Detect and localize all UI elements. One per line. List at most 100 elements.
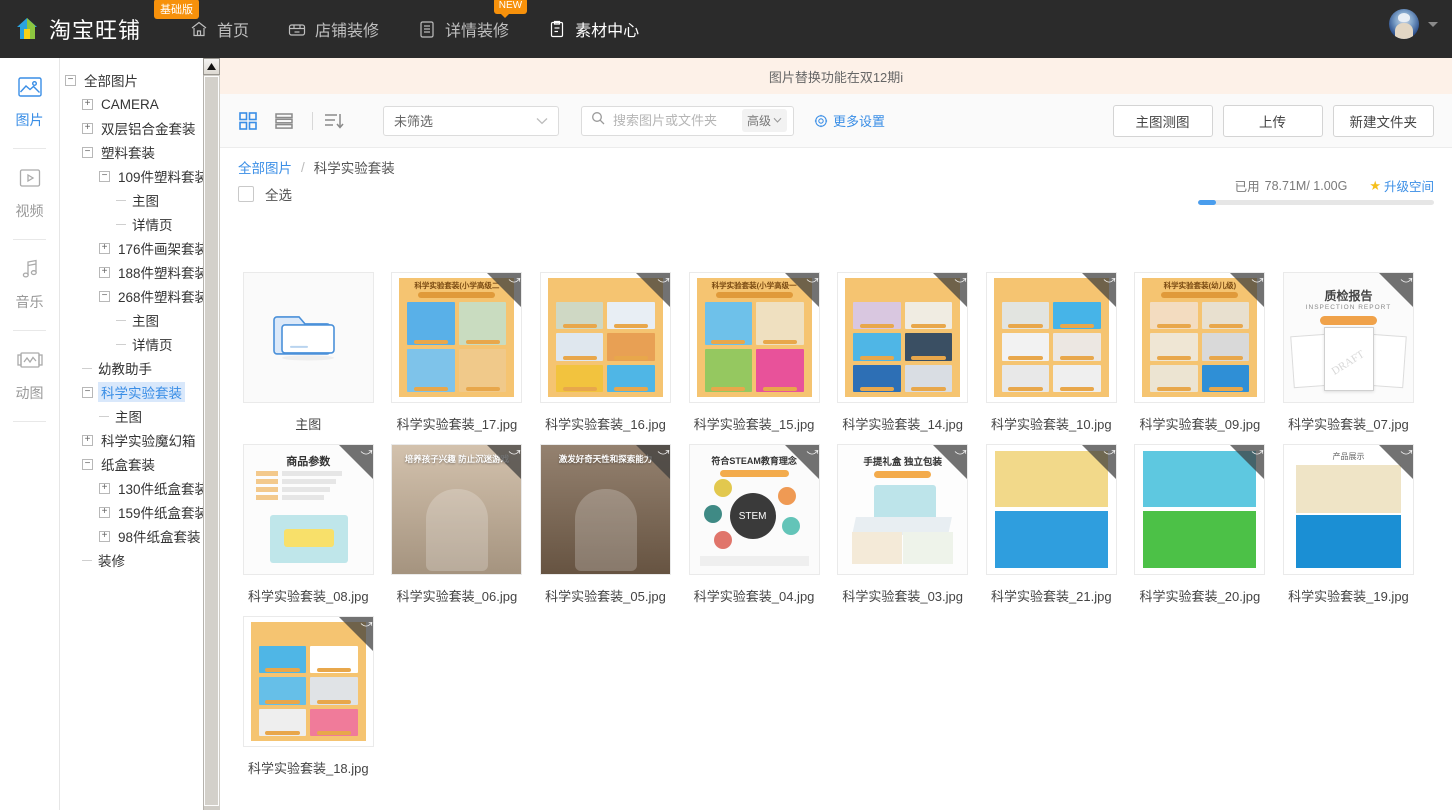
tree-node[interactable]: −268件塑料套装: [65, 284, 220, 308]
expand-plus-icon[interactable]: +: [99, 507, 110, 518]
tree-node[interactable]: −塑料套装: [65, 140, 220, 164]
list-view-icon[interactable]: [274, 111, 294, 131]
thumbnail[interactable]: 科学实验套装(幼儿级)⤴: [1134, 272, 1265, 403]
select-all-checkbox[interactable]: [238, 186, 254, 202]
tree-node[interactable]: 主图: [65, 308, 220, 332]
grid-image-item[interactable]: 科学实验套装(小学高级二⤴科学实验套装_17.jpg: [383, 272, 532, 433]
nav-item-detail-decoration[interactable]: 详情装修 NEW: [415, 13, 511, 45]
avatar[interactable]: [1389, 9, 1419, 39]
advanced-search-toggle[interactable]: 高级: [742, 109, 787, 132]
poster-cell-caption: [911, 356, 945, 360]
thumbnail[interactable]: 科学实验套装(小学高级二⤴: [391, 272, 522, 403]
tree-node[interactable]: +双层铝合金套装: [65, 116, 220, 140]
thumbnail[interactable]: 符合STEAM教育理念STEM⤴: [689, 444, 820, 575]
expand-plus-icon[interactable]: +: [82, 435, 93, 446]
tree-node[interactable]: +CAMERA: [65, 92, 220, 116]
grid-view-icon[interactable]: [238, 111, 258, 131]
tree-node[interactable]: 主图: [65, 404, 220, 428]
grid-folder-item[interactable]: 主图: [234, 272, 383, 433]
expand-plus-icon[interactable]: +: [99, 483, 110, 494]
tree-node[interactable]: 幼教助手: [65, 356, 220, 380]
grid-image-item[interactable]: ⤴科学实验套装_16.jpg: [531, 272, 680, 433]
expand-plus-icon[interactable]: +: [99, 267, 110, 278]
grid-image-item[interactable]: ⤴科学实验套装_10.jpg: [977, 272, 1126, 433]
thumbnail[interactable]: ⤴: [986, 444, 1117, 575]
thumbnail[interactable]: 激发好奇天性和探索能力⤴: [540, 444, 671, 575]
nav-item-material-center[interactable]: 素材中心: [545, 13, 641, 45]
collapse-minus-icon[interactable]: −: [99, 291, 110, 302]
tree-node[interactable]: −全部图片: [65, 68, 220, 92]
collapse-minus-icon[interactable]: −: [82, 387, 93, 398]
thumbnail[interactable]: 科学实验套装(小学高级一⤴: [689, 272, 820, 403]
chevron-down-icon[interactable]: [1428, 22, 1438, 27]
tree-node[interactable]: 详情页: [65, 212, 220, 236]
tree-node[interactable]: −纸盒套装: [65, 452, 220, 476]
tree-node[interactable]: −科学实验套装: [65, 380, 220, 404]
thumbnail[interactable]: 产品展示⤴: [1283, 444, 1414, 575]
new-folder-button[interactable]: 新建文件夹: [1333, 105, 1435, 137]
rail-item-animation[interactable]: 动图: [0, 331, 59, 421]
thumbnail[interactable]: 培养孩子兴趣 防止沉迷游戏⤴: [391, 444, 522, 575]
thumbnail[interactable]: 质检报告INSPECTION REPORTDRAFT⤴: [1283, 272, 1414, 403]
grid-image-item[interactable]: ⤴科学实验套装_20.jpg: [1126, 444, 1275, 605]
expand-plus-icon[interactable]: +: [99, 243, 110, 254]
tree-node[interactable]: 主图: [65, 188, 220, 212]
collapse-minus-icon[interactable]: −: [99, 171, 110, 182]
thumbnail[interactable]: ⤴: [1134, 444, 1265, 575]
nav-item-shop-decoration[interactable]: 店铺装修: [285, 13, 381, 45]
grid-image-item[interactable]: ⤴科学实验套装_18.jpg: [234, 616, 383, 777]
poster-cell-caption: [265, 668, 299, 672]
rail-item-images[interactable]: 图片: [0, 58, 59, 148]
thumbnail[interactable]: ⤴: [243, 616, 374, 747]
tree-node[interactable]: +159件纸盒套装: [65, 500, 220, 524]
filter-select[interactable]: 未筛选: [383, 106, 559, 136]
tree-node[interactable]: +98件纸盒套装: [65, 524, 220, 548]
rail-item-music[interactable]: 音乐: [0, 240, 59, 330]
thumbnail[interactable]: ⤴: [986, 272, 1117, 403]
collapse-minus-icon[interactable]: −: [65, 75, 76, 86]
expand-plus-icon[interactable]: +: [82, 99, 93, 110]
expand-plus-icon[interactable]: +: [82, 123, 93, 134]
sort-icon[interactable]: [323, 111, 345, 131]
search-box[interactable]: 高级: [581, 106, 794, 136]
tree-node[interactable]: +176件画架套装: [65, 236, 220, 260]
tree-scrollbar-up-button[interactable]: [203, 58, 220, 75]
tree-node[interactable]: +188件塑料套装: [65, 260, 220, 284]
rail-item-video[interactable]: 视频: [0, 149, 59, 239]
thumbnail[interactable]: ⤴: [540, 272, 671, 403]
tree-node[interactable]: +130件纸盒套装: [65, 476, 220, 500]
grid-image-item[interactable]: 符合STEAM教育理念STEM⤴科学实验套装_04.jpg: [680, 444, 829, 605]
thumbnail[interactable]: 手提礼盒 独立包装⤴: [837, 444, 968, 575]
grid-image-item[interactable]: 产品展示⤴科学实验套装_19.jpg: [1274, 444, 1423, 605]
tree-node[interactable]: 详情页: [65, 332, 220, 356]
grid-image-item[interactable]: 科学实验套装(小学高级一⤴科学实验套装_15.jpg: [680, 272, 829, 433]
thumbnail[interactable]: 商品参数⤴: [243, 444, 374, 575]
grid-image-item[interactable]: ⤴科学实验套装_21.jpg: [977, 444, 1126, 605]
expand-plus-icon[interactable]: +: [99, 531, 110, 542]
more-settings-link[interactable]: 更多设置: [814, 111, 885, 130]
collapse-minus-icon[interactable]: −: [82, 147, 93, 158]
grid-image-item[interactable]: 手提礼盒 独立包装⤴科学实验套装_03.jpg: [828, 444, 977, 605]
tree-node-label: 109件塑料套装: [115, 166, 211, 186]
tree-scrollbar-thumb[interactable]: [204, 76, 219, 806]
nav-item-home[interactable]: 首页: [187, 13, 251, 45]
collapse-minus-icon[interactable]: −: [82, 459, 93, 470]
grid-image-item[interactable]: 激发好奇天性和探索能力⤴科学实验套装_05.jpg: [531, 444, 680, 605]
grid-image-item[interactable]: ⤴科学实验套装_14.jpg: [828, 272, 977, 433]
upload-button[interactable]: 上传: [1223, 105, 1323, 137]
tree-node[interactable]: +科学实验魔幻箱: [65, 428, 220, 452]
image-icon: [17, 76, 43, 103]
search-input[interactable]: [611, 112, 742, 129]
grid-image-item[interactable]: 培养孩子兴趣 防止沉迷游戏⤴科学实验套装_06.jpg: [383, 444, 532, 605]
breadcrumb-root[interactable]: 全部图片: [238, 157, 292, 177]
thumbnail[interactable]: [243, 272, 374, 403]
thumbnail[interactable]: ⤴: [837, 272, 968, 403]
image-grid-scroll-area[interactable]: 主图科学实验套装(小学高级二⤴科学实验套装_17.jpg⤴科学实验套装_16.j…: [220, 272, 1452, 810]
tree-node[interactable]: −109件塑料套装: [65, 164, 220, 188]
grid-image-item[interactable]: 科学实验套装(幼儿级)⤴科学实验套装_09.jpg: [1126, 272, 1275, 433]
grid-image-item[interactable]: 商品参数⤴科学实验套装_08.jpg: [234, 444, 383, 605]
grid-image-item[interactable]: 质检报告INSPECTION REPORTDRAFT⤴科学实验套装_07.jpg: [1274, 272, 1423, 433]
main-image-test-button[interactable]: 主图测图: [1113, 105, 1213, 137]
tree-node[interactable]: 装修: [65, 548, 220, 572]
upgrade-space-link[interactable]: 升级空间: [1384, 176, 1434, 195]
